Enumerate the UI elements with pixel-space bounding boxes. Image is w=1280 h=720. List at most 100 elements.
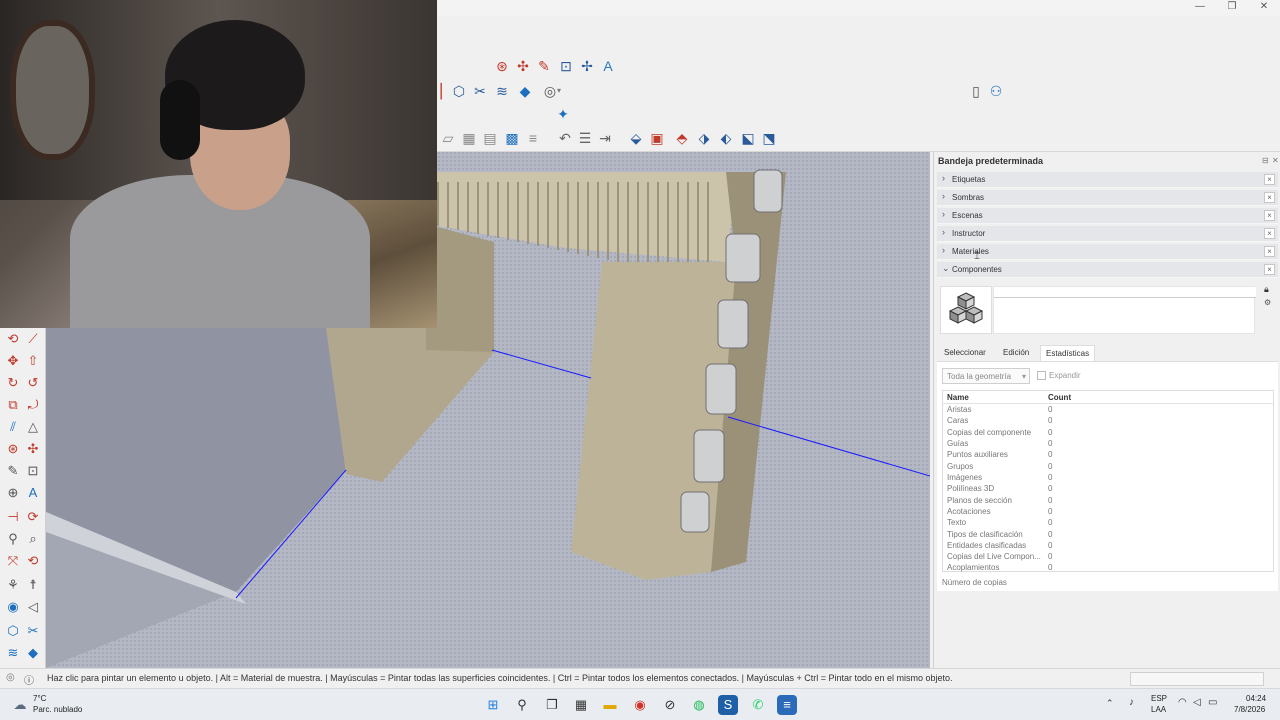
hidden-line-icon[interactable]: ▤ bbox=[481, 129, 499, 147]
panel-materiales[interactable]: › Materiales × bbox=[937, 244, 1278, 260]
language-top[interactable]: ESP bbox=[1151, 694, 1167, 703]
rotate-icon[interactable]: ↻ bbox=[4, 374, 22, 392]
obs-icon[interactable]: ⊘ bbox=[660, 695, 680, 715]
geo-location-icon[interactable]: ◎ bbox=[6, 672, 15, 683]
lock-icon[interactable]: 🔒︎ bbox=[1264, 284, 1269, 295]
zoom-extents-icon[interactable]: ⤧ bbox=[4, 552, 22, 570]
tray-pin-icon[interactable]: ⊟ bbox=[1262, 156, 1269, 165]
panel-sombras[interactable]: › Sombras × bbox=[937, 190, 1278, 206]
axes-icon[interactable]: ✢ bbox=[578, 57, 596, 75]
extension-dropdown-icon[interactable]: ▾ bbox=[555, 82, 563, 100]
walk-icon[interactable]: ⟳ bbox=[24, 508, 42, 526]
section-display-icon[interactable]: ◁ bbox=[24, 598, 42, 616]
layers-icon[interactable]: ≋ bbox=[493, 82, 511, 100]
grid-icon[interactable]: ▣ bbox=[648, 129, 666, 147]
tab-seleccionar[interactable]: Seleccionar bbox=[939, 345, 991, 361]
sparkle-icon[interactable]: ✦ bbox=[554, 105, 572, 123]
section-icon[interactable]: ✂ bbox=[471, 82, 489, 100]
chevron-up-icon[interactable]: ⌃ bbox=[1106, 698, 1114, 709]
store-icon[interactable]: ▦ bbox=[571, 695, 591, 715]
spotify-icon[interactable]: ◍ bbox=[689, 695, 709, 715]
smoove-icon[interactable]: ⬘ bbox=[673, 129, 691, 147]
search-icon[interactable]: ⚲ bbox=[512, 695, 532, 715]
clock-date[interactable]: 7/8/2026 bbox=[1234, 705, 1265, 714]
battery-icon[interactable]: ▭ bbox=[1208, 697, 1217, 708]
pan-icon[interactable]: ✣ bbox=[24, 440, 42, 458]
minimize-button[interactable]: — bbox=[1185, 0, 1215, 16]
component-name-input[interactable] bbox=[994, 287, 1256, 298]
sketchup-icon[interactable]: S bbox=[718, 695, 738, 715]
walk-person-icon[interactable]: ☨ bbox=[24, 576, 42, 594]
panel-componentes[interactable]: ⌄ Componentes × bbox=[937, 262, 1278, 278]
paint-icon[interactable]: ◆ bbox=[516, 82, 534, 100]
label-icon[interactable]: ⊡ bbox=[24, 462, 42, 480]
previous-view-icon[interactable]: ⟲ bbox=[24, 552, 42, 570]
outliner-icon[interactable]: ☰ bbox=[576, 129, 594, 147]
flip-edge-icon[interactable]: ⬔ bbox=[760, 129, 778, 147]
text-tool-icon[interactable]: ⊡ bbox=[557, 57, 575, 75]
close-icon[interactable]: × bbox=[1264, 210, 1275, 221]
wifi-icon[interactable]: ◠ bbox=[1178, 697, 1187, 708]
forward-icon[interactable]: ⇥ bbox=[596, 129, 614, 147]
whatsapp-icon[interactable]: ✆ bbox=[748, 695, 768, 715]
maximize-button[interactable]: ❐ bbox=[1217, 0, 1247, 16]
tab-estadisticas[interactable]: Estadísticas bbox=[1040, 345, 1096, 361]
close-icon[interactable]: × bbox=[1264, 228, 1275, 239]
close-icon[interactable]: × bbox=[1264, 246, 1275, 257]
tab-edicion[interactable]: Edición bbox=[998, 345, 1034, 361]
sketchup-2-icon[interactable]: ≡ bbox=[777, 695, 797, 715]
scale-icon[interactable]: ⧉ bbox=[4, 396, 22, 414]
file-explorer-icon[interactable]: ▬ bbox=[600, 695, 620, 715]
windows-start-icon[interactable]: ⊞ bbox=[483, 695, 503, 715]
offset-icon[interactable]: ⤾ bbox=[24, 396, 42, 414]
panel-etiquetas[interactable]: › Etiquetas × bbox=[937, 172, 1278, 188]
extension-warehouse-icon[interactable]: ✂ bbox=[24, 622, 42, 640]
close-icon[interactable]: × bbox=[1264, 174, 1275, 185]
close-icon[interactable]: × bbox=[1264, 192, 1275, 203]
tape-icon[interactable]: ⫽ bbox=[4, 418, 22, 436]
move-icon[interactable]: ✥ bbox=[4, 352, 22, 370]
details-icon[interactable]: ⚙ bbox=[1264, 298, 1271, 307]
components-icon[interactable]: ⬡ bbox=[450, 82, 468, 100]
add-detail-icon[interactable]: ⬕ bbox=[739, 129, 757, 147]
sandbox-icon[interactable]: ⬙ bbox=[627, 129, 645, 147]
weather-icon[interactable]: ☁ bbox=[10, 695, 30, 715]
task-view-icon[interactable]: ❐ bbox=[542, 695, 562, 715]
stamp-icon[interactable]: ⬗ bbox=[695, 129, 713, 147]
shaded-icon[interactable]: ▩ bbox=[503, 129, 521, 147]
orbit-icon[interactable]: ⊛ bbox=[4, 440, 22, 458]
wireframe-icon[interactable]: ▦ bbox=[460, 129, 478, 147]
expand-checkbox[interactable] bbox=[1037, 371, 1046, 380]
measurements-box[interactable] bbox=[1130, 672, 1264, 686]
microphone-icon[interactable]: ♪ bbox=[1129, 697, 1134, 708]
account-icon[interactable]: ⚇ bbox=[987, 82, 1005, 100]
zoom-window-icon[interactable]: ⌕ bbox=[24, 530, 42, 548]
xray-icon[interactable]: ▱ bbox=[439, 129, 457, 147]
pencil-icon[interactable]: ✎ bbox=[4, 462, 22, 480]
close-icon[interactable]: × bbox=[1264, 264, 1275, 275]
text-3d-icon[interactable]: A bbox=[24, 484, 42, 502]
section-plane-icon[interactable]: ⊣ bbox=[4, 508, 22, 526]
volume-icon[interactable]: ◁ bbox=[1193, 697, 1201, 708]
panel-escenas[interactable]: › Escenas × bbox=[937, 208, 1278, 224]
monochrome-icon[interactable]: ≡ bbox=[524, 129, 542, 147]
select-icon[interactable]: ⟲ bbox=[4, 330, 22, 348]
info-icon[interactable]: ⓘ bbox=[24, 672, 34, 687]
warehouse-icon[interactable]: ⬡ bbox=[4, 622, 22, 640]
chrome-icon[interactable]: ◉ bbox=[630, 695, 650, 715]
geometry-select[interactable]: Toda la geometría ▾ bbox=[942, 368, 1030, 384]
position-camera-icon[interactable]: ✣ bbox=[514, 57, 532, 75]
compass-icon[interactable]: ⊕ bbox=[4, 484, 22, 502]
clock-time[interactable]: 04:24 bbox=[1246, 694, 1266, 703]
tray-close-icon[interactable]: ✕ bbox=[1272, 156, 1279, 165]
drape-icon[interactable]: ⬖ bbox=[717, 129, 735, 147]
protractor-icon[interactable]: △ bbox=[24, 418, 42, 436]
paint-bucket-icon[interactable]: ◆ bbox=[24, 644, 42, 662]
follow-me-icon[interactable]: ↺ bbox=[24, 374, 42, 392]
language-bottom[interactable]: LAA bbox=[1151, 705, 1166, 714]
layers-panel-icon[interactable]: ≋ bbox=[4, 644, 22, 662]
look-around-icon[interactable]: ◉ bbox=[4, 598, 22, 616]
new-document-icon[interactable]: ▯ bbox=[967, 82, 985, 100]
position-camera-tool-icon[interactable]: ⚘ bbox=[4, 576, 22, 594]
zoom-icon[interactable]: ⚲ bbox=[4, 530, 22, 548]
